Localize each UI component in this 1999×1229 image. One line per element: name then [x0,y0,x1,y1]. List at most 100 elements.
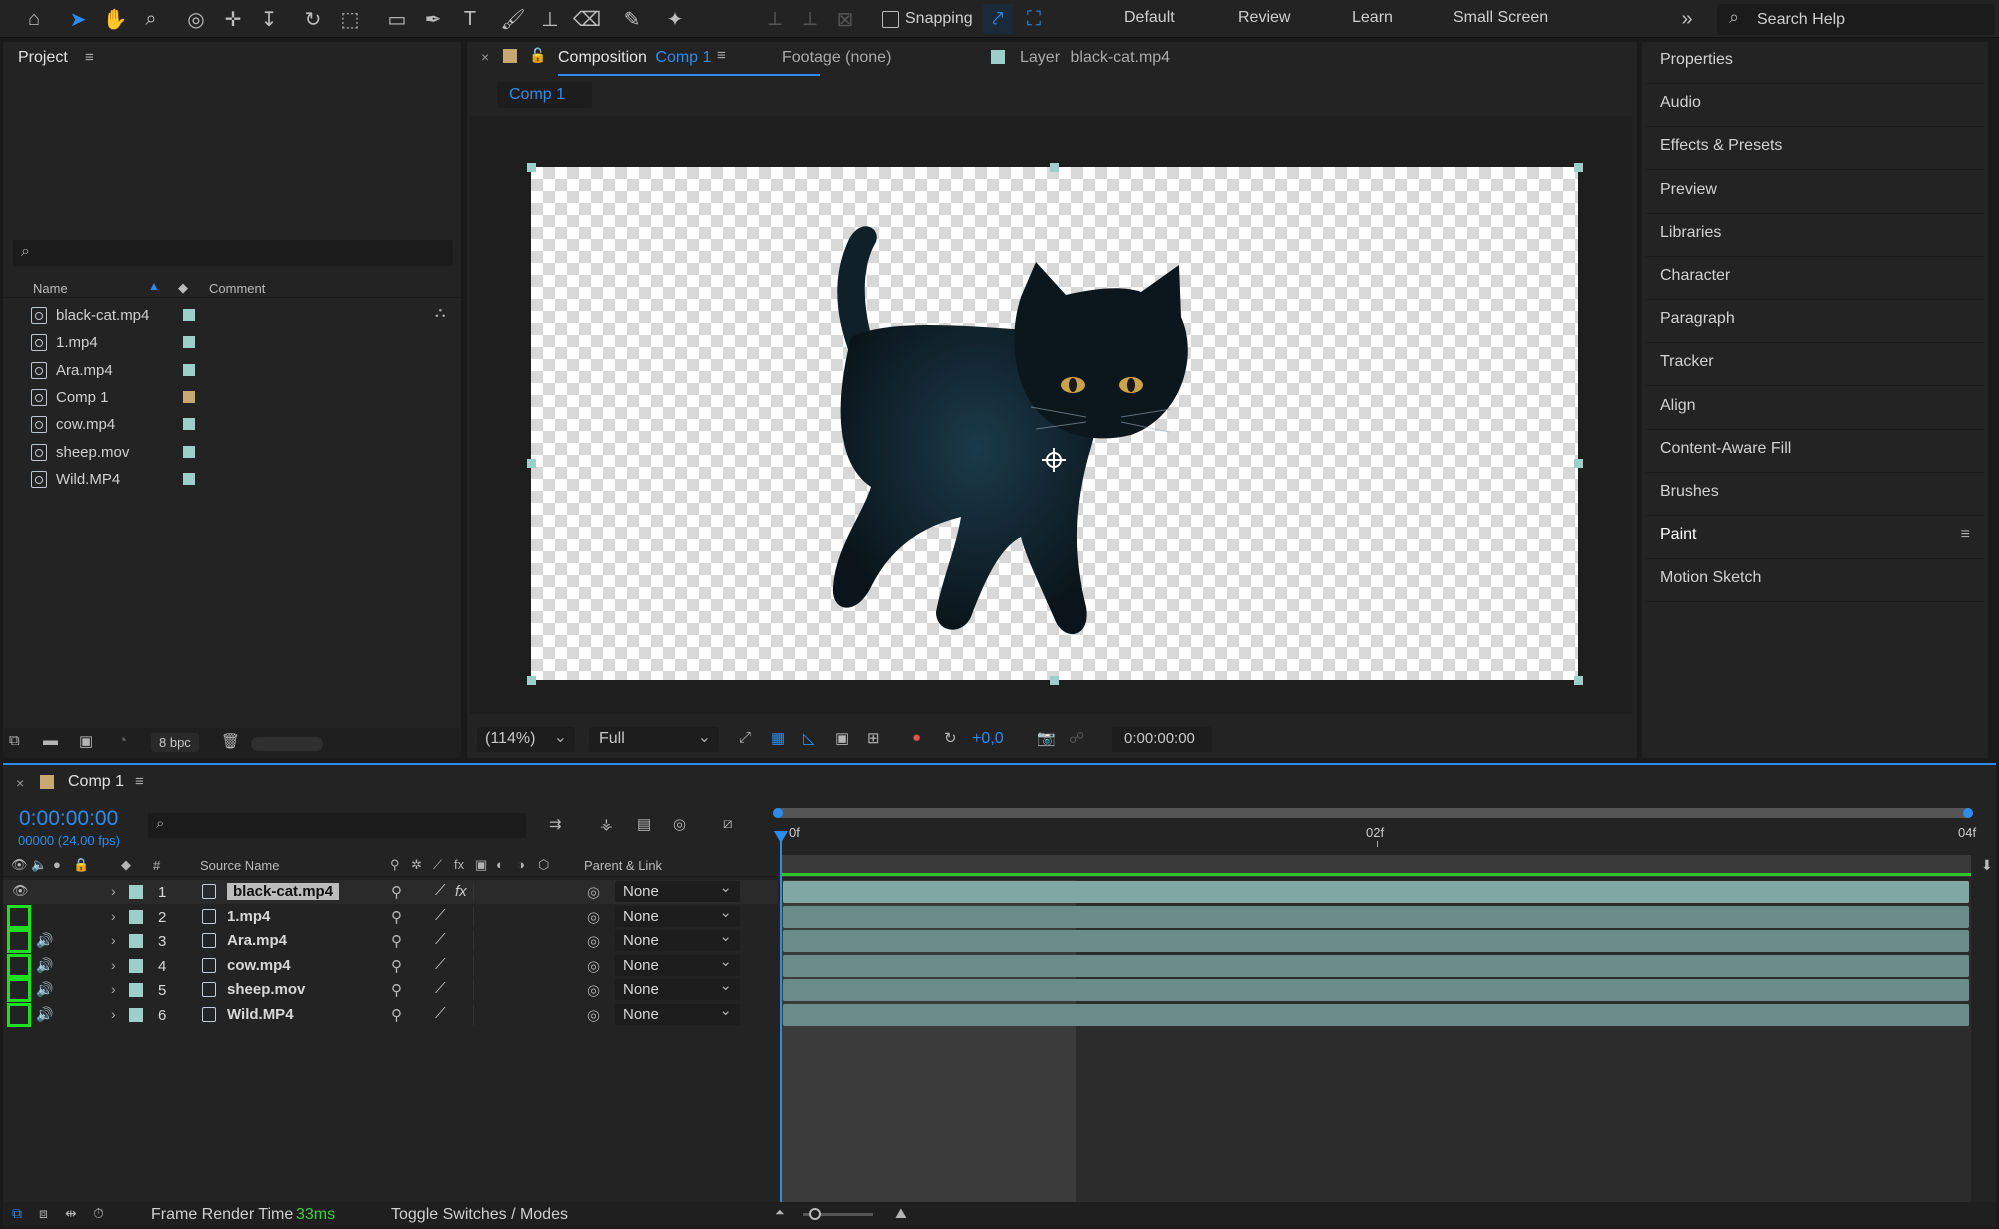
project-search-input[interactable]: ⌕ [13,240,453,266]
work-area-end-handle[interactable] [1963,808,1973,818]
panel-libraries[interactable]: Libraries [1646,215,1984,257]
comp-navigator-chip[interactable]: Comp 1 [497,82,592,108]
layer-track-bar[interactable] [783,979,1969,1001]
pan-behind-tool-icon[interactable]: ⬚ [335,4,365,34]
workspace-small-screen[interactable]: Small Screen [1453,9,1548,27]
selection-tool-icon[interactable]: ➤ [63,4,93,34]
project-item[interactable]: cow.mp4 [3,411,463,438]
transform-handle[interactable] [527,676,536,685]
transform-handle[interactable] [1050,163,1059,172]
resolution-dropdown[interactable]: Full ⌄ [589,727,719,752]
column-parent-link[interactable]: Parent & Link [584,858,662,873]
label-color-swatch[interactable] [183,309,195,321]
comp-canvas[interactable] [531,167,1578,680]
new-comp-icon[interactable]: ▣ [79,732,93,750]
black-cat-image[interactable] [531,167,1578,680]
panel-menu-icon[interactable]: ≡ [717,47,726,64]
panel-menu-icon[interactable]: ≡ [1961,526,1970,544]
snap-features-icon[interactable]: ⛶ [1019,4,1049,34]
panel-brushes[interactable]: Brushes [1646,474,1984,516]
project-item[interactable]: Comp 1 [3,384,463,411]
draft-3d-icon[interactable]: ⚶ [600,815,613,833]
panel-paint[interactable]: Paint ≡ [1646,517,1984,560]
close-tab-icon[interactable]: × [16,775,24,791]
label-color-swatch[interactable] [183,390,195,403]
tab-layer[interactable]: Layer black-cat.mp4 [1020,49,1170,67]
tab-footage[interactable]: Footage (none) [782,49,891,67]
mask-visibility-icon[interactable]: ◺ [803,729,815,747]
playhead-line[interactable] [780,837,782,1207]
in-out-panel-icon[interactable]: ⇹ [65,1205,77,1222]
panel-menu-icon[interactable]: ≡ [135,773,144,790]
render-time-icon[interactable]: ⏱ [93,1205,104,1222]
label-color-swatch[interactable] [183,418,195,431]
layer-track-bar[interactable] [783,905,1969,928]
work-area-bar[interactable] [773,808,1973,818]
project-item[interactable]: Wild.MP4 [3,466,463,493]
video-eye-icon[interactable]: 👁 [11,857,28,873]
column-name[interactable]: Name [33,281,68,296]
transparency-grid-icon[interactable]: ▦ [771,729,785,747]
eraser-tool-icon[interactable]: ⌫ [572,4,602,34]
flowchart-icon[interactable]: ⛬ [435,304,446,321]
label-color-swatch[interactable] [183,445,195,458]
workspace-review[interactable]: Review [1238,9,1290,27]
panel-preview[interactable]: Preview [1646,172,1984,214]
clone-stamp-icon[interactable]: ⊥ [535,4,565,34]
color-channels-icon[interactable]: ● [912,729,921,746]
panel-character[interactable]: Character [1646,258,1984,300]
layer-track-bar[interactable] [783,954,1969,977]
audio-speaker-icon[interactable]: 🔈 [31,857,47,873]
home-icon[interactable]: ⌂ [19,4,49,34]
layer-track-bar[interactable] [783,881,1969,903]
time-ruler[interactable]: 0f 02f 04f [783,825,1976,847]
hand-tool-icon[interactable]: ✋ [100,4,130,34]
panel-paragraph[interactable]: Paragraph [1646,301,1984,344]
panel-effects-presets[interactable]: Effects & Presets [1646,128,1984,171]
bit-depth-button[interactable]: 8 bpc [151,733,199,752]
reset-exposure-icon[interactable]: ↻ [944,729,957,747]
type-tool-icon[interactable]: T [455,4,485,34]
solo-icon[interactable]: ● [53,857,61,872]
playhead-handle[interactable] [774,831,788,843]
fast-preview-icon[interactable]: ⤢ [739,729,751,746]
tab-composition[interactable]: Composition Comp 1 [558,49,711,67]
lock-icon[interactable]: 🔒 [73,857,89,873]
region-of-interest-icon[interactable]: ▣ [835,729,849,747]
column-comment[interactable]: Comment [209,281,265,296]
pan-camera-icon[interactable]: ✛ [218,4,248,34]
panel-content-aware-fill[interactable]: Content-Aware Fill [1646,431,1984,473]
axis-local-icon[interactable]: ⟂ [760,4,790,34]
transform-handle[interactable] [527,459,536,468]
composition-mini-flowchart-icon[interactable]: ⇉ [549,815,562,833]
current-timecode[interactable]: 0:00:00:00 [19,807,118,831]
transform-handle[interactable] [1574,676,1583,685]
project-item[interactable]: black-cat.mp4 [3,302,463,329]
show-snapshot-icon[interactable]: ☍ [1069,729,1084,747]
timeline-tab-title[interactable]: Comp 1 [68,773,124,791]
timeline-search-input[interactable]: ⌕ [148,813,526,838]
pen-tool-icon[interactable]: ✒ [418,4,448,34]
more-workspaces-icon[interactable]: » [1672,4,1702,34]
exposure-value[interactable]: +0,0 [972,730,1004,748]
graph-editor-icon[interactable]: ⧄ [723,815,733,832]
trash-icon[interactable]: 🗑 [221,732,240,750]
zoom-out-icon[interactable]: ⏶ [775,1205,785,1220]
thumbnail-slider[interactable] [251,737,323,751]
hide-shy-layers-icon[interactable]: ▤ [637,815,651,833]
interpret-footage-icon[interactable]: ⧉ [9,732,20,749]
transform-handle[interactable] [1574,459,1583,468]
zoom-tool-icon[interactable]: ⌕ [136,4,166,34]
comp-marker-bin-icon[interactable]: ⬇ [1981,857,1993,874]
puppet-pin-icon[interactable]: ✦ [660,4,690,34]
transform-handle[interactable] [1050,676,1059,685]
transfer-controls-icon[interactable]: ⧈ [39,1205,48,1222]
panel-align[interactable]: Align [1646,388,1984,430]
snap-edges-icon[interactable]: ⤤ [983,4,1013,34]
rotation-tool-icon[interactable]: ↻ [298,4,328,34]
project-item[interactable]: Ara.mp4 [3,357,463,384]
zoom-in-icon[interactable]: ⛰ [895,1205,907,1222]
label-color-swatch[interactable] [183,336,195,349]
frame-blending-icon[interactable]: ◎ [673,815,686,833]
transform-handle[interactable] [527,163,536,172]
